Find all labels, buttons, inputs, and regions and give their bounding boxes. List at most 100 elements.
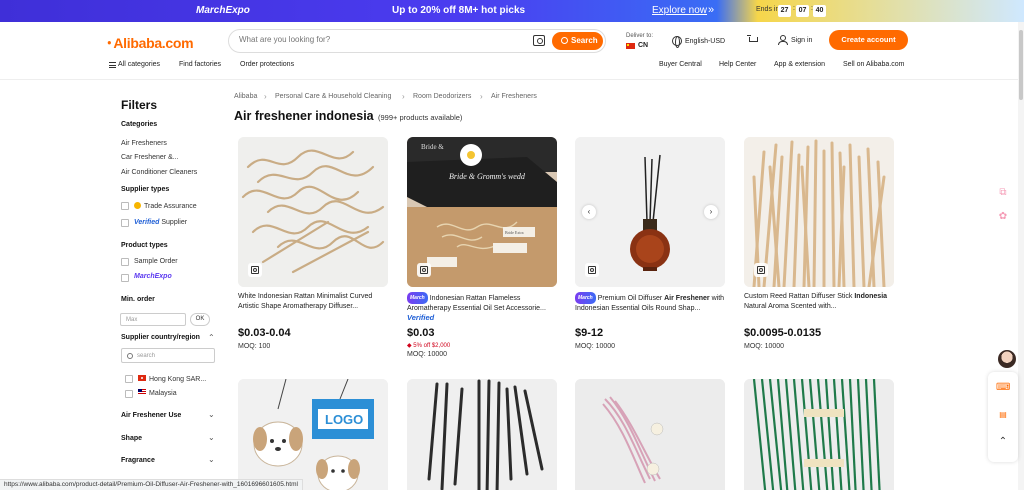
product-image[interactable] [407,379,557,490]
product-card[interactable]: Bride & Gromm's wedd Bride & Bride Extra… [407,137,557,362]
product-card[interactable]: LOGO [238,379,388,490]
rfq-icon[interactable]: ▤ [996,408,1010,422]
product-image[interactable]: Bride & Gromm's wedd Bride & Bride Extra [407,137,557,287]
product-title[interactable]: March Indonesian Rattan Flameless Aromath… [407,292,557,314]
trade-assurance-checkbox[interactable] [121,202,129,210]
verified-supplier-checkbox[interactable] [121,219,129,227]
sample-order-label[interactable]: Sample Order [134,258,178,265]
marchexpo-label[interactable]: MarchExpo [134,273,172,280]
breadcrumb-item[interactable]: Alibaba [234,93,257,100]
categories-heading: Categories [121,121,158,128]
back-to-top-icon[interactable]: ⌃ [996,435,1010,449]
verified-supplier-option[interactable]: Verified Supplier [134,219,187,226]
create-account-button[interactable]: Create account [829,30,908,50]
product-image[interactable] [575,379,725,490]
alibaba-mark-icon: ꞏ [107,35,112,52]
language-selector[interactable]: English-USD [672,36,725,48]
product-image[interactable] [744,137,894,287]
country-search-placeholder: search [137,353,156,359]
menu-icon[interactable] [109,62,116,68]
country-option-malaysia[interactable]: Malaysia [138,389,177,397]
compare-icon[interactable]: ⧉ [996,186,1010,200]
breadcrumb-item[interactable]: Room Deodorizers [413,93,471,100]
product-title-text: Custom Reed Rattan Diffuser Stick [744,293,855,300]
discount-text: 5% off $2,000 [413,343,451,349]
nav-order-protections[interactable]: Order protections [240,61,294,68]
search-input[interactable] [239,35,519,44]
image-search-icon[interactable] [533,35,545,46]
country-checkbox[interactable] [125,375,133,383]
product-card[interactable]: Custom Reed Rattan Diffuser Stick Indone… [744,137,894,357]
product-image[interactable] [238,137,388,287]
explore-now-link[interactable]: Explore now [652,5,707,16]
fragrance-heading[interactable]: Fragrance [121,457,155,464]
category-link[interactable]: Air Fresheners [121,140,167,147]
status-bar-url: https://www.alibaba.com/product-detail/P… [0,479,303,490]
category-link[interactable]: Car Freshener &... [121,154,179,161]
product-title-keyword: Air Freshener [664,295,710,302]
scrollbar-thumb[interactable] [1019,30,1023,100]
product-image[interactable] [744,379,894,490]
image-search-icon[interactable] [754,263,768,277]
deliver-country: CN [638,42,649,49]
support-avatar[interactable] [998,350,1016,368]
product-title[interactable]: White Indonesian Rattan Minimalist Curve… [238,292,388,312]
nav-app-extension[interactable]: App & extension [774,61,825,68]
breadcrumb-item[interactable]: Air Fresheners [491,93,537,100]
air-freshener-use-heading[interactable]: Air Freshener Use [121,412,181,419]
nav-all-categories[interactable]: All categories [118,61,160,68]
country-checkbox[interactable] [125,390,133,398]
deliver-to[interactable]: Deliver to: CN [626,32,653,50]
product-card[interactable]: ‹ › March Premium Oil Diffuser Air Freshe… [575,137,725,367]
assistant-icon[interactable]: ✿ [996,210,1010,224]
promo-message[interactable]: Up to 20% off 8M+ hot picks [392,5,525,16]
carousel-next-button[interactable]: › [704,205,718,219]
product-image[interactable]: ‹ › [575,137,725,287]
product-image[interactable]: LOGO [238,379,388,490]
search-bar: Search [228,29,606,53]
nav-help-center[interactable]: Help Center [719,61,756,68]
chat-icon[interactable]: ⌨ [996,381,1010,395]
image-search-icon[interactable] [585,263,599,277]
product-card[interactable] [575,379,725,490]
chevron-down-icon[interactable]: ⌄ [208,433,215,442]
marchexpo-checkbox[interactable] [121,274,129,282]
box-text: Bride & Gromm's wedd [449,172,526,181]
nav-sell-on-alibaba[interactable]: Sell on Alibaba.com [843,61,904,68]
site-header: ꞏAlibaba.com Search Deliver to: CN Engli… [0,22,1024,80]
min-order-input[interactable]: Max [120,313,186,326]
product-count: (999+ products available) [378,113,463,122]
nav-find-factories[interactable]: Find factories [179,61,221,68]
min-order-ok-button[interactable]: OK [190,313,210,326]
search-icon [127,353,133,359]
chevron-down-icon[interactable]: ⌄ [208,410,215,419]
product-card[interactable] [744,379,894,490]
promo-banner[interactable]: MarchExpo Up to 20% off 8M+ hot picks Ex… [0,0,1024,22]
hong-kong-flag-icon [138,375,146,381]
category-link[interactable]: Air Conditioner Cleaners [121,169,197,176]
ends-in-label: Ends in [756,6,780,13]
sample-order-checkbox[interactable] [121,258,129,266]
trade-assurance-option[interactable]: Trade Assurance [134,202,197,210]
country-search-input[interactable]: search [121,348,215,363]
product-title[interactable]: March Premium Oil Diffuser Air Freshener … [575,292,725,314]
search-button-label: Search [571,36,598,45]
product-title[interactable]: Custom Reed Rattan Diffuser Stick Indone… [744,292,894,312]
chevron-down-icon[interactable]: ⌄ [208,455,215,464]
search-icon [561,37,568,44]
alibaba-logo[interactable]: ꞏ Alibaba.com [107,33,194,53]
image-search-icon[interactable] [417,263,431,277]
product-card[interactable] [407,379,557,490]
nav-buyer-central[interactable]: Buyer Central [659,61,702,68]
image-search-icon[interactable] [248,263,262,277]
breadcrumb-item[interactable]: Personal Care & Household Cleaning [275,93,391,100]
shape-heading[interactable]: Shape [121,435,142,442]
search-button[interactable]: Search [552,32,603,50]
malaysia-flag-icon [138,389,146,395]
chevron-up-icon[interactable]: ⌃ [208,333,215,342]
carousel-prev-button[interactable]: ‹ [582,205,596,219]
cart-icon[interactable] [747,35,759,45]
sign-in-link[interactable]: Sign in [778,35,812,45]
product-card[interactable]: White Indonesian Rattan Minimalist Curve… [238,137,388,357]
country-option-hong-kong[interactable]: Hong Kong SAR... [138,375,206,383]
